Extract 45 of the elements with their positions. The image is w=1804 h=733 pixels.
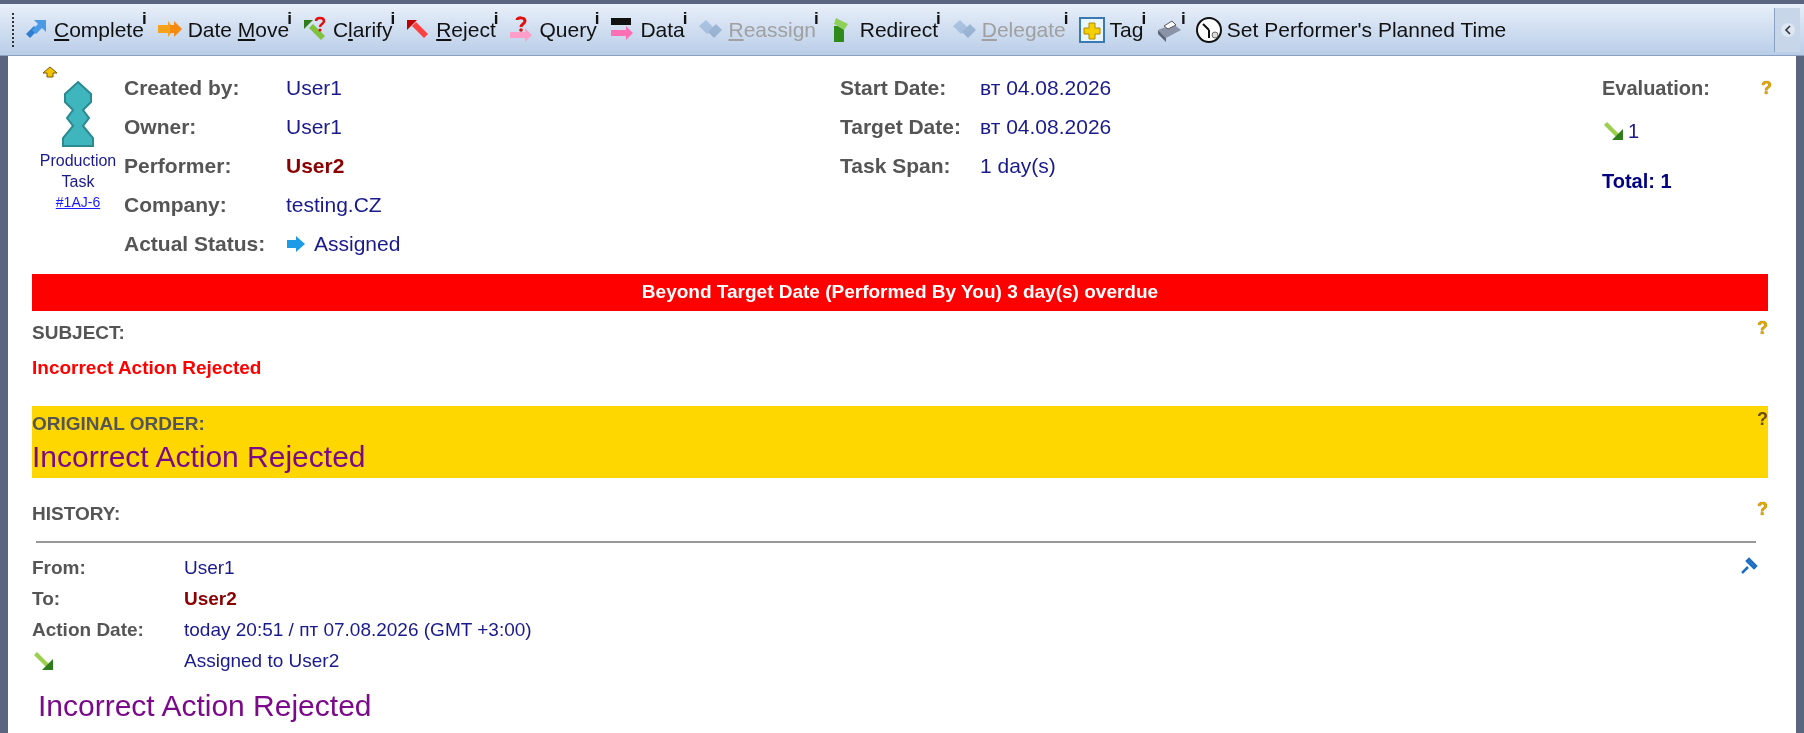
field-value: вт 04.08.2026	[980, 74, 1112, 101]
history-field-value: User1	[184, 555, 235, 580]
help-icon[interactable]: ?	[1757, 410, 1768, 439]
field-value: Assigned	[314, 230, 401, 257]
subject-text: Incorrect Action Rejected	[32, 355, 263, 380]
field-label: Task Span:	[840, 152, 952, 179]
history-field-label: To:	[32, 586, 62, 611]
task-id-link[interactable]: #1AJ-6	[55, 192, 101, 212]
toolbar-button[interactable]: i	[1153, 7, 1188, 52]
history-field-value: today 20:51 / пт 07.08.2026 (GMT +3:00)	[184, 617, 532, 642]
history-field-label: Action Date:	[32, 617, 145, 642]
toolbar-button[interactable]: Set Performer's Planned Time	[1192, 7, 1509, 52]
field-value: 1 day(s)	[980, 152, 1056, 179]
evaluation-score: 1	[1628, 119, 1640, 144]
history-field-label: From:	[32, 555, 87, 580]
history-message: Incorrect Action Rejected	[38, 687, 373, 724]
history-label: HISTORY:	[32, 502, 121, 526]
field-label: Start Date:	[840, 74, 948, 101]
field-value: User1	[286, 74, 343, 101]
field-label: Performer:	[124, 152, 233, 179]
history-field-value: User2	[184, 586, 237, 611]
evaluation-total: Total: 1	[1602, 169, 1672, 194]
field-label: Actual Status:	[124, 230, 267, 257]
overdue-alert: Beyond Target Date (Performed By You) 3 day(s) overdue	[32, 274, 1768, 311]
up-arrow-icon[interactable]	[42, 66, 58, 78]
field-label: Created by:	[124, 74, 241, 101]
step-arrow-icon	[32, 651, 54, 671]
field-value: testing.CZ	[286, 191, 382, 218]
original-order-text: Incorrect Action Rejected	[32, 438, 367, 475]
subject-label: SUBJECT:	[32, 321, 125, 345]
field-value: User1	[286, 113, 343, 140]
status-arrow-icon	[286, 234, 306, 253]
field-label: Owner:	[124, 113, 198, 140]
field-label: Target Date:	[840, 113, 962, 140]
history-action: Assigned to User2	[184, 648, 340, 673]
original-order-label: ORIGINAL ORDER:	[32, 412, 205, 436]
task-type: Production Task	[38, 151, 118, 192]
field-value: вт 04.08.2026	[980, 113, 1112, 140]
plus-icon	[1077, 15, 1106, 44]
clock-icon	[1194, 15, 1223, 44]
step-arrow-icon	[1602, 121, 1624, 141]
evaluation-label: Evaluation:	[1602, 75, 1710, 101]
field-value: User2	[286, 152, 345, 179]
chevron-left-icon	[1779, 21, 1796, 38]
field-label: Company:	[124, 191, 228, 218]
